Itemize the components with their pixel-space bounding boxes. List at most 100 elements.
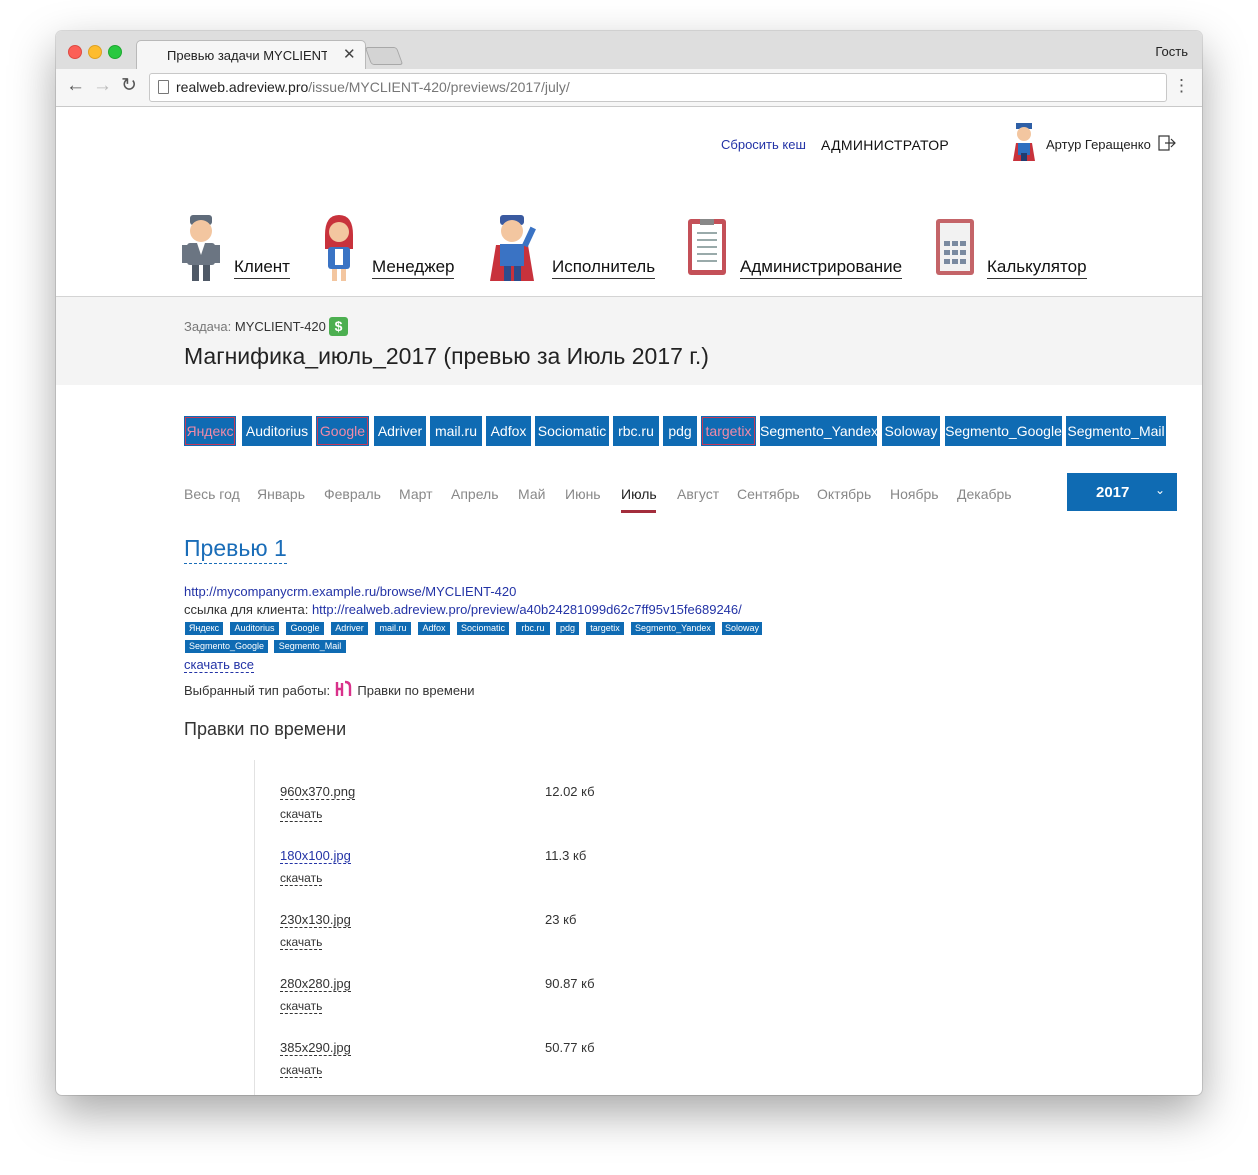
menu-item-executor[interactable]: Исполнитель <box>486 215 656 286</box>
menu-item-administration[interactable]: Администрирование <box>688 215 903 282</box>
source-tag: mail.ru <box>375 622 411 635</box>
source-button[interactable]: Auditorius <box>242 416 312 446</box>
file-download-link[interactable]: скачать <box>280 1063 323 1078</box>
chevron-down-icon: ⌄ <box>1155 483 1166 497</box>
source-tag: Adriver <box>331 622 368 635</box>
month-tab[interactable]: Сентябрь <box>737 486 800 502</box>
source-button[interactable]: Segmento_Mail <box>1066 416 1166 446</box>
menu-label-executor: Исполнитель <box>552 257 656 279</box>
file-download-link[interactable]: скачать <box>280 871 323 886</box>
month-tab[interactable]: Март <box>399 486 433 502</box>
file-download-link[interactable]: скачать <box>280 999 323 1014</box>
source-button[interactable]: Adriver <box>374 416 426 446</box>
active-month-underline <box>621 510 656 513</box>
source-button[interactable]: Sociomatic <box>535 416 609 446</box>
zoom-window-button[interactable] <box>108 45 122 59</box>
minimize-window-button[interactable] <box>88 45 102 59</box>
page-title: Магнифика_июль_2017 (превью за Июль 2017… <box>184 343 709 369</box>
source-button[interactable]: rbc.ru <box>613 416 659 446</box>
download-all-link[interactable]: скачать все <box>184 657 254 673</box>
source-button[interactable]: targetix <box>701 416 756 446</box>
user-avatar-icon <box>1010 123 1038 166</box>
source-button[interactable]: Soloway <box>882 416 940 446</box>
source-tag: Segmento_Yandex <box>631 622 715 635</box>
month-tab[interactable]: Февраль <box>324 486 381 502</box>
source-button[interactable]: Яндекс <box>184 416 236 446</box>
task-id-line: Задача: MYCLIENT-420 <box>184 319 326 334</box>
guest-profile[interactable]: Гость <box>1155 44 1188 59</box>
source-tag: Soloway <box>722 622 762 635</box>
work-type-line: Выбранный тип работы: Правки по времени <box>184 680 475 698</box>
month-tab[interactable]: Ноябрь <box>890 486 939 502</box>
source-button[interactable]: Segmento_Google <box>945 416 1062 446</box>
month-tab[interactable]: Август <box>677 486 719 502</box>
source-tag: Adfox <box>418 622 450 635</box>
source-tag: targetix <box>586 622 624 635</box>
source-button[interactable]: mail.ru <box>430 416 482 446</box>
menu-item-calculator[interactable]: Калькулятор <box>936 215 1087 282</box>
title-bar: Превью задачи MYCLIENT-420 ✕ Гость <box>56 31 1202 70</box>
year-value: 2017 <box>1096 484 1130 501</box>
file-size: 50.77 кб <box>545 1040 595 1055</box>
file-download-link[interactable]: скачать <box>280 935 323 950</box>
file-size: 90.87 кб <box>545 976 595 991</box>
source-button[interactable]: Adfox <box>486 416 531 446</box>
address-bar[interactable]: realweb.adreview.pro/issue/MYCLIENT-420/… <box>149 73 1167 102</box>
menu-item-manager[interactable]: Менеджер <box>320 215 455 286</box>
scissors-wrench-icon <box>335 680 351 696</box>
month-tab[interactable]: Май <box>518 486 545 502</box>
file-name[interactable]: 230x130.jpg <box>280 912 351 928</box>
tab-close-icon[interactable]: ✕ <box>343 45 356 63</box>
close-window-button[interactable] <box>68 45 82 59</box>
page-content: Сбросить кеш АДМИНИСТРАТОР Артур Геращен… <box>56 107 1202 1095</box>
preview-title[interactable]: Превью 1 <box>184 535 287 564</box>
file-list-divider <box>254 760 255 1095</box>
source-tag: Segmento_Mail <box>274 640 346 653</box>
forward-arrow-icon[interactable]: → <box>93 76 112 96</box>
source-tag: Auditorius <box>230 622 279 635</box>
menu-kebab-icon[interactable]: ⋮ <box>1173 76 1190 96</box>
source-button[interactable]: Segmento_Yandex <box>760 416 878 446</box>
reload-icon[interactable]: ↻ <box>121 76 137 96</box>
year-select[interactable]: 2017 ⌄ <box>1067 473 1177 511</box>
source-tag: Google <box>286 622 324 635</box>
section-title: Правки по времени <box>184 719 347 739</box>
month-tab[interactable]: Октябрь <box>817 486 871 502</box>
clipboard-icon <box>688 219 726 275</box>
client-link[interactable]: http://realweb.adreview.pro/preview/a40b… <box>312 602 742 617</box>
new-tab-button[interactable] <box>364 47 404 65</box>
logout-icon[interactable] <box>1158 135 1176 156</box>
source-button[interactable]: pdg <box>663 416 697 446</box>
page-icon <box>158 80 169 94</box>
browser-tab[interactable]: Превью задачи MYCLIENT-420 ✕ <box>136 40 366 70</box>
tab-title: Превью задачи MYCLIENT-420 <box>167 48 327 63</box>
crm-link[interactable]: http://mycompanycrm.example.ru/browse/MY… <box>184 584 516 599</box>
file-name[interactable]: 280x280.jpg <box>280 976 351 992</box>
month-tab[interactable]: Декабрь <box>957 486 1012 502</box>
source-button[interactable]: Google <box>316 416 369 446</box>
user-name[interactable]: Артур Геращенко <box>1046 137 1151 152</box>
back-arrow-icon[interactable]: ← <box>66 76 85 96</box>
url-text: realweb.adreview.pro/issue/MYCLIENT-420/… <box>176 79 570 95</box>
file-name[interactable]: 960x370.png <box>280 784 356 800</box>
menu-item-client[interactable]: Клиент <box>182 215 290 286</box>
file-name[interactable]: 180x100.jpg <box>280 848 351 864</box>
client-link-line: ссылка для клиента: http://realweb.adrev… <box>184 602 742 617</box>
manager-avatar-icon <box>325 215 353 281</box>
month-tab[interactable]: Январь <box>257 486 305 502</box>
reset-cache-link[interactable]: Сбросить кеш <box>721 137 806 152</box>
file-name[interactable]: 385x290.jpg <box>280 1040 351 1056</box>
menu-label-administration: Администрирование <box>740 257 903 279</box>
browser-window: Превью задачи MYCLIENT-420 ✕ Гость ← → ↻… <box>56 31 1202 1095</box>
month-tab[interactable]: Весь год <box>184 486 240 502</box>
browser-toolbar: ← → ↻ realweb.adreview.pro/issue/MYCLIEN… <box>56 69 1202 107</box>
file-size: 12.02 кб <box>545 784 595 799</box>
executor-avatar-icon <box>490 215 536 281</box>
month-tab[interactable]: Июнь <box>565 486 601 502</box>
month-tab-active[interactable]: Июль <box>621 486 657 502</box>
menu-label-calculator: Калькулятор <box>987 257 1087 279</box>
file-download-link[interactable]: скачать <box>280 807 323 822</box>
month-tab[interactable]: Апрель <box>451 486 499 502</box>
paid-dollar-icon: $ <box>329 317 348 336</box>
role-label: АДМИНИСТРАТОР <box>821 137 950 153</box>
